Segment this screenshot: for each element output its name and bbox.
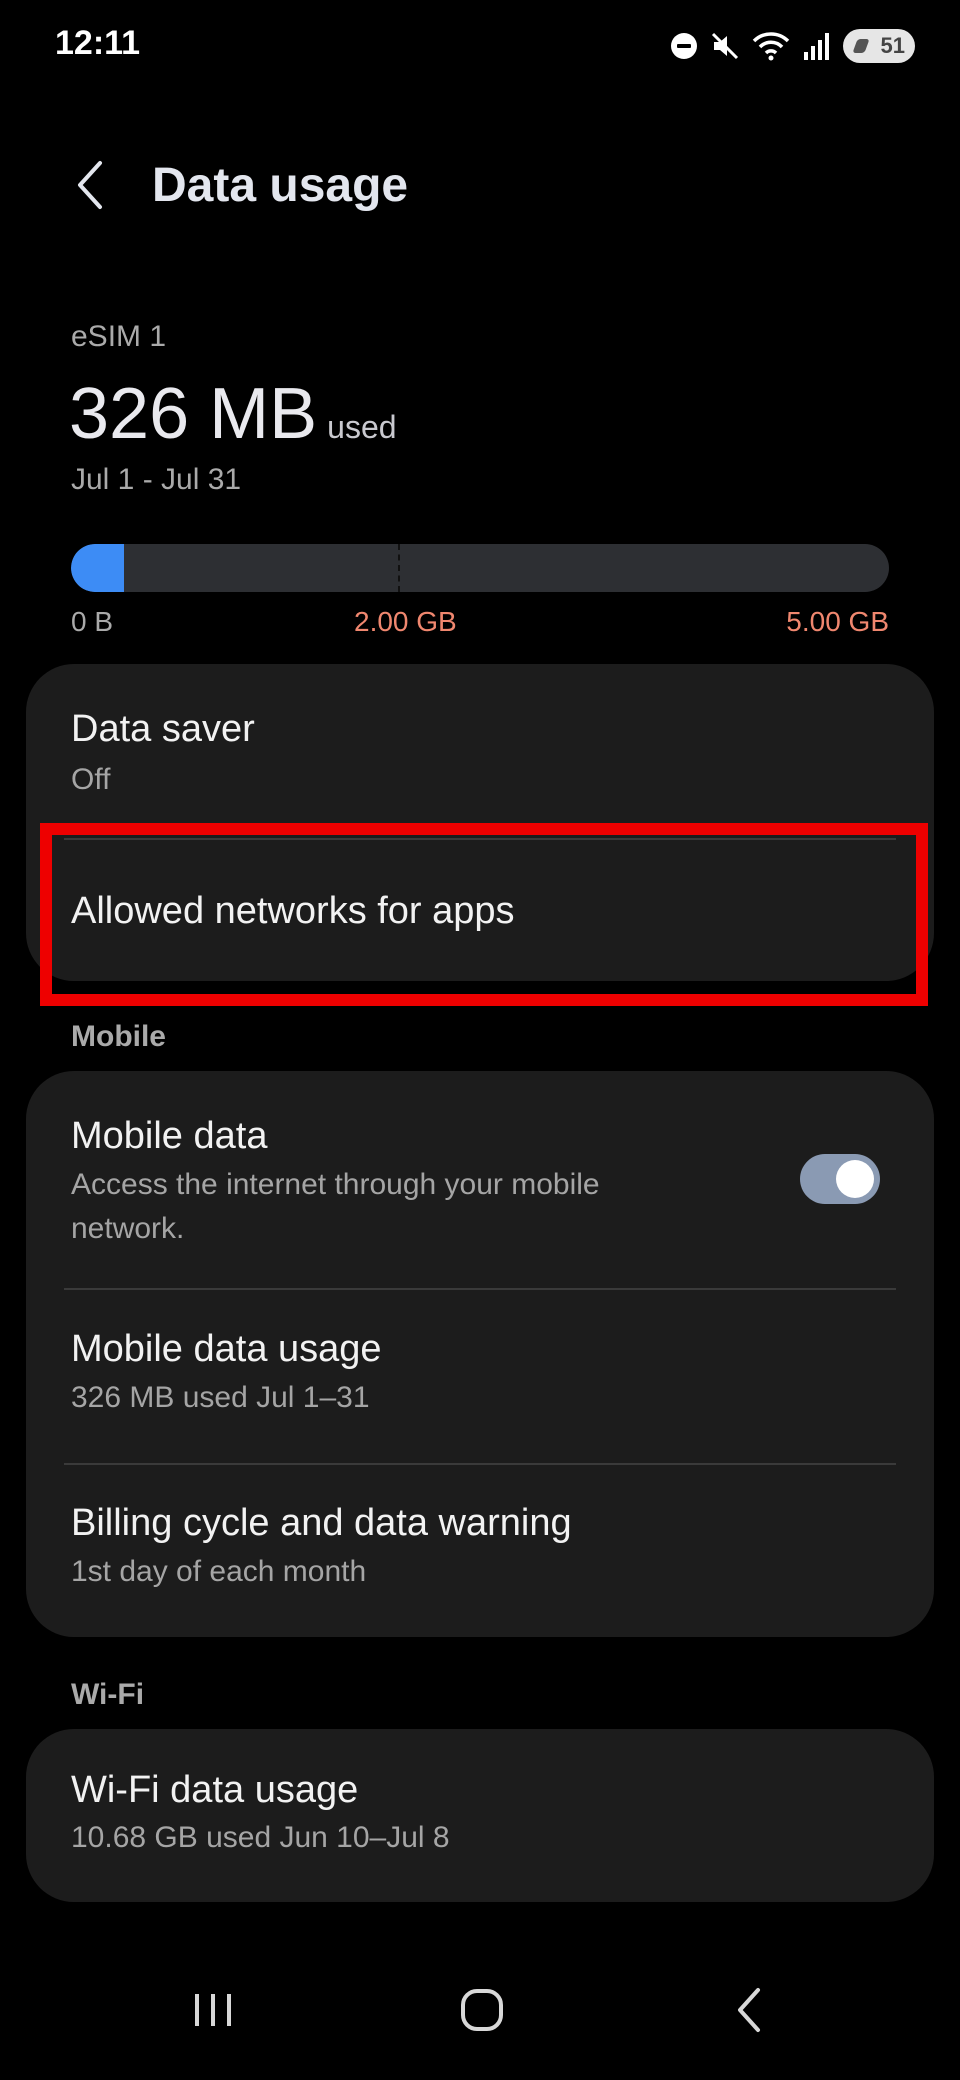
data-saver-status: Off [71, 763, 111, 796]
do-not-disturb-icon [669, 31, 699, 61]
sim-label: eSIM 1 [71, 320, 167, 353]
back-button[interactable] [60, 150, 120, 220]
mobile-data-usage-item[interactable]: Mobile data usage 326 MB used Jul 1–31 [26, 1290, 934, 1463]
app-header: Data usage [0, 140, 960, 230]
navigation-bar [0, 1960, 960, 2080]
billing-period: Jul 1 - Jul 31 [71, 463, 242, 496]
warning-marker [398, 544, 401, 592]
allowed-networks-title: Allowed networks for apps [71, 890, 515, 932]
wifi-data-usage-subtitle: 10.68 GB used Jun 10–Jul 8 [71, 1821, 450, 1854]
tick-warning-label: 2.00 GB [354, 606, 457, 637]
mute-icon [709, 30, 741, 62]
wifi-icon [751, 30, 791, 62]
back-icon [738, 1988, 760, 2032]
mobile-data-usage-subtitle: 326 MB used Jul 1–31 [71, 1381, 370, 1414]
wifi-settings-card: Wi-Fi data usage 10.68 GB used Jun 10–Ju… [26, 1729, 934, 1902]
data-saver-title: Data saver [71, 708, 255, 750]
usage-progress-bar [71, 544, 889, 592]
recent-apps-icon [195, 1994, 231, 2026]
mobile-data-toggle[interactable] [800, 1154, 880, 1204]
billing-cycle-subtitle: 1st day of each month [71, 1555, 367, 1588]
status-icons: 51 [669, 26, 915, 66]
home-icon [461, 1989, 503, 2031]
billing-cycle-title: Billing cycle and data warning [71, 1502, 572, 1544]
home-button[interactable] [432, 1970, 532, 2050]
status-bar: 12:11 51 [0, 0, 960, 90]
page-title: Data usage [152, 159, 409, 212]
chevron-left-icon [78, 161, 102, 209]
tick-min-label: 0 B [71, 606, 114, 637]
usage-suffix: used [327, 409, 397, 445]
mobile-data-description-line1: Access the internet through your mobile [71, 1168, 600, 1201]
usage-progress-fill [71, 544, 125, 592]
data-saver-item[interactable]: Data saver Off [26, 664, 934, 832]
billing-cycle-item[interactable]: Billing cycle and data warning 1st day o… [26, 1465, 934, 1637]
tick-limit-label: 5.00 GB [786, 606, 889, 637]
section-label-mobile: Mobile [71, 1020, 166, 1053]
wifi-data-usage-item[interactable]: Wi-Fi data usage 10.68 GB used Jun 10–Ju… [26, 1729, 934, 1902]
recent-apps-button[interactable] [163, 1970, 263, 2050]
battery-level: 51 [880, 33, 905, 58]
general-settings-card: Data saver Off Allowed networks for apps [26, 664, 934, 981]
usage-summary: 326 MB used [69, 373, 397, 455]
mobile-data-title: Mobile data [71, 1115, 268, 1157]
mobile-data-item[interactable]: Mobile data Access the internet through … [26, 1071, 934, 1289]
section-label-wifi: Wi-Fi [71, 1678, 145, 1711]
mobile-data-description-line2: network. [71, 1212, 185, 1245]
toggle-knob [836, 1160, 874, 1198]
wifi-data-usage-title: Wi-Fi data usage [71, 1769, 359, 1811]
battery-icon: 51 [843, 29, 915, 63]
signal-icon [801, 30, 833, 62]
mobile-settings-card: Mobile data Access the internet through … [26, 1071, 934, 1637]
usage-value: 326 MB [69, 374, 318, 454]
status-time: 12:11 [55, 24, 141, 62]
allowed-networks-item[interactable]: Allowed networks for apps [26, 840, 934, 981]
nav-back-button[interactable] [700, 1970, 800, 2050]
mobile-data-usage-title: Mobile data usage [71, 1328, 382, 1370]
